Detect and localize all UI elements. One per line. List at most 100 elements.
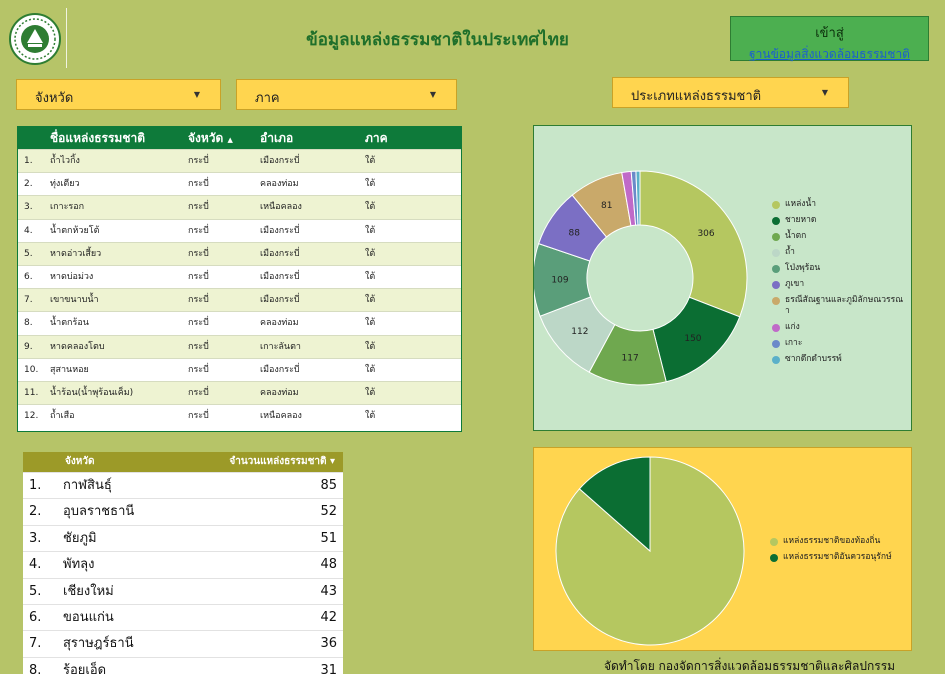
- site-district: เกาะลันตา: [260, 341, 301, 352]
- sites-table-body: 1. ถ้ำไวกิ้ง กระบี่ เมืองกระบี่ ใต้ 2. ทุ่งเตี…: [18, 149, 461, 428]
- row-number: 8.: [29, 662, 42, 674]
- table-row[interactable]: 5. เชียงใหม่ 43: [23, 577, 343, 604]
- table-row[interactable]: 7. เขาขนาบน้ำ กระบี่ เมืองกระบี่ ใต้: [18, 288, 461, 312]
- table-row[interactable]: 6. หาดบ่อม่วง กระบี่ เมืองกระบี่ ใต้: [18, 264, 461, 289]
- site-province: กระบี่: [188, 156, 209, 166]
- site-region: ใต้: [365, 179, 376, 190]
- col-header-name[interactable]: ชื่อแหล่งธรรมชาติ: [50, 127, 145, 149]
- site-name: น้ำตกห้วยโต้: [50, 225, 100, 236]
- province-dropdown[interactable]: จังหวัด ▼: [16, 79, 221, 110]
- site-count: 36: [320, 636, 337, 652]
- legend-item[interactable]: โป่งพุร้อน: [772, 263, 907, 274]
- gateway-link[interactable]: ฐานข้อมูลสิ่งแวดล้อมธรรมชาติ: [731, 45, 928, 64]
- site-province: กระบี่: [188, 318, 209, 329]
- col-header-province[interactable]: จังหวัด: [65, 452, 94, 472]
- site-region: ใต้: [365, 341, 376, 352]
- table-row[interactable]: 8. ร้อยเอ็ด 31: [23, 656, 343, 674]
- site-region: ใต้: [365, 411, 376, 422]
- table-row[interactable]: 4. น้ำตกห้วยโต้ กระบี่ เมืองกระบี่ ใต้: [18, 218, 461, 242]
- legend-label: แก่ง: [785, 322, 800, 332]
- conservation-chart-panel: แหล่งธรรมชาติของท้องถิ่นแหล่งธรรมชาติอัน…: [533, 447, 912, 651]
- legend-item[interactable]: เกาะ: [772, 338, 907, 349]
- site-district: เมืองกระบี่: [260, 156, 300, 166]
- province-name: ชัยภูมิ: [63, 530, 97, 546]
- site-district: เมืองกระบี่: [260, 225, 300, 236]
- legend-swatch: [772, 281, 780, 289]
- row-number: 6.: [29, 609, 42, 625]
- province-dropdown-label: จังหวัด: [35, 91, 74, 106]
- table-row[interactable]: 3. เกาะรอก กระบี่ เหนือคลอง ใต้: [18, 195, 461, 219]
- legend-label: ถ้ำ: [785, 247, 795, 257]
- row-number: 2.: [24, 179, 33, 190]
- logo-divider: [66, 8, 67, 68]
- legend-item[interactable]: น้ำตก: [772, 231, 907, 242]
- site-province: กระบี่: [188, 225, 209, 236]
- legend-item[interactable]: แก่ง: [772, 322, 907, 333]
- site-district: คลองท่อม: [260, 179, 299, 190]
- legend-item[interactable]: ธรณีสัณฐานและภูมิลักษณวรรณา: [772, 295, 907, 317]
- chevron-down-icon: ▼: [429, 90, 436, 99]
- legend-item[interactable]: ชายหาด: [772, 215, 907, 226]
- col-header-region[interactable]: ภาค: [365, 127, 388, 149]
- table-row[interactable]: 2. ทุ่งเตียว กระบี่ คลองท่อม ใต้: [18, 172, 461, 196]
- province-name: อุบลราชธานี: [63, 504, 135, 520]
- site-count: 85: [320, 478, 337, 493]
- legend-swatch: [772, 324, 780, 332]
- region-dropdown[interactable]: ภาค ▼: [236, 79, 457, 110]
- row-number: 5.: [24, 248, 33, 259]
- site-district: คลองท่อม: [260, 318, 299, 329]
- table-row[interactable]: 11. น้ำร้อน(น้ำพุร้อนเค็ม) กระบี่ คลองท่อม ใ…: [18, 380, 461, 405]
- site-type-data-label: 88: [569, 228, 581, 238]
- col-header-district[interactable]: อำเภอ: [260, 127, 293, 149]
- site-district: เมืองกระบี่: [260, 295, 300, 306]
- table-row[interactable]: 1. ถ้ำไวกิ้ง กระบี่ เมืองกระบี่ ใต้: [18, 149, 461, 173]
- legend-item[interactable]: แหล่งน้ำ: [772, 199, 907, 210]
- province-table-header: จังหวัด จำนวนแหล่งธรรมชาติ ▾: [23, 452, 343, 472]
- site-count: 51: [320, 530, 337, 546]
- site-name: หาดคลองโตบ: [50, 341, 105, 352]
- legend-label: น้ำตก: [785, 231, 807, 241]
- site-type-dropdown[interactable]: ประเภทแหล่งธรรมชาติ ▼: [612, 77, 849, 108]
- site-region: ใต้: [365, 387, 376, 398]
- legend-label: แหล่งธรรมชาติของท้องถิ่น: [783, 536, 881, 546]
- gateway-link-button[interactable]: เข้าสู่ ฐานข้อมูลสิ่งแวดล้อมธรรมชาติ: [730, 16, 929, 61]
- table-row[interactable]: 9. หาดคลองโตบ กระบี่ เกาะลันตา ใต้: [18, 334, 461, 358]
- table-row[interactable]: 2. อุบลราชธานี 52: [23, 498, 343, 525]
- legend-item[interactable]: แหล่งธรรมชาติอันควรอนุรักษ์: [770, 552, 910, 563]
- row-number: 5.: [29, 583, 42, 599]
- site-region: ใต้: [365, 225, 376, 236]
- site-type-slice[interactable]: [639, 170, 748, 318]
- legend-item[interactable]: ภูเขา: [772, 279, 907, 290]
- legend-item[interactable]: แหล่งธรรมชาติของท้องถิ่น: [770, 536, 910, 547]
- legend-item[interactable]: ซากดึกดำบรรพ์: [772, 354, 907, 365]
- table-row[interactable]: 8. น้ำตกร้อน กระบี่ คลองท่อม ใต้: [18, 311, 461, 335]
- legend-swatch: [772, 356, 780, 364]
- row-number: 3.: [24, 202, 33, 213]
- table-row[interactable]: 12. ถ้ำเสือ กระบี่ เหนือคลอง ใต้: [18, 404, 461, 428]
- page-title: ข้อมูลแหล่งธรรมชาติในประเทศไทย: [306, 30, 569, 50]
- sites-table: ชื่อแหล่งธรรมชาติ จังหวัด ▲ อำเภอ ภาค 1.…: [17, 126, 462, 432]
- site-count: 42: [320, 609, 337, 625]
- table-row[interactable]: 7. สุราษฎร์ธานี 36: [23, 630, 343, 657]
- table-row[interactable]: 10. สุสานหอย กระบี่ เมืองกระบี่ ใต้: [18, 357, 461, 381]
- table-row[interactable]: 6. ขอนแก่น 42: [23, 603, 343, 631]
- row-number: 6.: [24, 271, 33, 282]
- site-province: กระบี่: [188, 179, 209, 190]
- table-row[interactable]: 4. พัทลุง 48: [23, 551, 343, 578]
- row-number: 3.: [29, 530, 42, 546]
- site-type-data-label: 150: [684, 334, 701, 344]
- table-row[interactable]: 1. กาฬสินธุ์ 85: [23, 472, 343, 499]
- legend-item[interactable]: ถ้ำ: [772, 247, 907, 258]
- table-row[interactable]: 3. ชัยภูมิ 51: [23, 524, 343, 552]
- site-name: ถ้ำเสือ: [50, 411, 75, 422]
- site-name: หาดบ่อม่วง: [50, 271, 94, 282]
- pie-legend: แหล่งธรรมชาติของท้องถิ่นแหล่งธรรมชาติอัน…: [770, 536, 910, 568]
- col-header-count[interactable]: จำนวนแหล่งธรรมชาติ ▾: [229, 452, 335, 472]
- col-header-province[interactable]: จังหวัด ▲: [188, 127, 233, 151]
- legend-swatch: [772, 265, 780, 273]
- table-row[interactable]: 5. หาดอ่าวเสี้ยว กระบี่ เมืองกระบี่ ใต้: [18, 241, 461, 265]
- legend-swatch: [772, 249, 780, 257]
- site-type-data-label: 81: [601, 201, 612, 211]
- legend-label: เกาะ: [785, 338, 803, 348]
- legend-swatch: [770, 538, 778, 546]
